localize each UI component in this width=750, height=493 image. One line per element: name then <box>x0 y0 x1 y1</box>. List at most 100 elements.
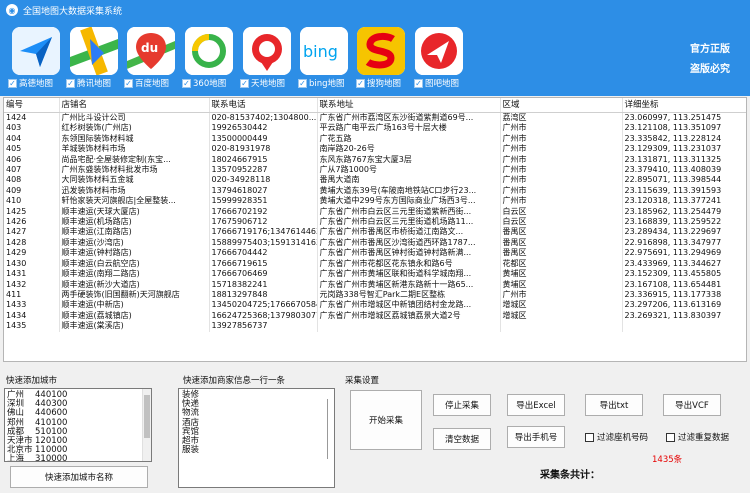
table-cell: 23.129309, 113.231037 <box>622 144 746 155</box>
checkbox-bing-map[interactable]: ✓ bing地图 <box>298 77 345 89</box>
table-row[interactable]: 1428 顺丰速运(沙湾店) 15889975403;15913141633 广东省广… <box>4 237 746 249</box>
table-cell: 广东省广州市增城区中新镇团结村金龙路... <box>317 300 501 311</box>
table-row[interactable]: 1426 顺丰速运(机场路店) 17675906712 广东省广州市白云区三元里街道机… <box>4 217 746 228</box>
table-cell: 410 <box>4 196 60 207</box>
stop-collect-button[interactable]: 停止采集 <box>433 394 491 416</box>
piracy-label: 盗版必究 <box>690 64 730 75</box>
table-cell: 22.895071, 113.398544 <box>622 175 746 186</box>
table-cell: 411 <box>4 289 60 301</box>
table-row[interactable]: 405 羊城装饰材料市场 020-81931978 南岸路20-26号 广州市 23.12… <box>4 144 746 155</box>
table-body: 1424 广州比斗设计公司 020-81537402;1304800... 广东省广州… <box>4 112 746 332</box>
table-cell: 黄埔大道中299号东方国际商业广场西3号... <box>317 196 501 207</box>
table-row[interactable]: 1435 顺丰速运(棠溪店) 13927856737 <box>4 321 746 332</box>
checkbox-baidu-map[interactable]: ✓ 百度地图 <box>124 77 169 89</box>
checkbox-amap[interactable]: ✓ 高德地图 <box>8 77 53 89</box>
table-cell: 顺丰速运(荔城镇店) <box>59 310 210 322</box>
table-cell: 红杉树装饰(广州店) <box>59 123 210 134</box>
table-row[interactable]: 409 迅发装饰材料市场 13794618027 黄埔大道东39号(车陂南地铁站C口步… <box>4 185 746 197</box>
table-cell: 白云区 <box>500 206 623 218</box>
table-cell: 顺丰速运(沙湾店) <box>59 237 210 249</box>
table-row[interactable]: 1425 顺丰速运(天球大厦店) 17666702192 广东省广州市白云区三元里街道… <box>4 206 746 218</box>
column-header[interactable]: 编号 <box>4 98 60 113</box>
tencent-map-icon[interactable] <box>70 27 118 75</box>
table-row[interactable]: 404 东领国际装饰材料城 13500000449 广花五路 广州市 23.335842,… <box>4 133 746 145</box>
table-cell: 顺丰速运(南翔二路店) <box>59 269 210 280</box>
table-cell: 广州市 <box>500 133 623 145</box>
table-row[interactable]: 1431 顺丰速运(南翔二路店) 17666706469 广东省广州市黄埔区联和街道科… <box>4 269 746 280</box>
table-cell: 23.185962, 113.254479 <box>622 206 746 218</box>
table-cell: 广东省广州市黄埔区新港东路新十一路65... <box>317 279 501 290</box>
city-list-textarea[interactable]: 广州 440100 深圳 440300 佛山 440600 郑州 410100 成都 510100… <box>4 388 152 462</box>
table-cell: 羊城装饰材料市场 <box>59 144 210 155</box>
clear-data-button[interactable]: 清空数据 <box>433 428 491 450</box>
merchant-list-textarea[interactable]: 装修 快递 物流 酒店 宾馆 超市 服装 <box>178 388 335 488</box>
table-cell: 18813297848 <box>209 289 318 301</box>
table-row[interactable]: 407 广州东盛装饰材料批发市场 13570952287 广从7路1000号 广州市 23… <box>4 165 746 176</box>
table-row[interactable]: 410 轩怡家装天河旗舰店|全屋整装... 15999928351 黄埔大道中299号… <box>4 196 746 207</box>
tianditu-icon[interactable] <box>243 27 291 75</box>
table-cell: 19926530442 <box>209 123 318 134</box>
table-cell: 广州市 <box>500 123 623 134</box>
column-header[interactable]: 店铺名 <box>59 98 210 113</box>
table-row[interactable]: 1433 顺丰速运(中新店) 13450204725;17666705847 广东省广… <box>4 300 746 311</box>
filter-landline-checkbox[interactable]: 过滤座机号码 <box>585 431 648 443</box>
results-grid[interactable]: 编号 店铺名 联系电话 联系地址 区域 详细坐标 1424 广州比斗设计公司 020-8153… <box>3 97 747 362</box>
table-cell: 广州比斗设计公司 <box>59 112 210 124</box>
start-collect-button[interactable]: 开始采集 <box>350 390 422 450</box>
bing-map-icon[interactable]: bing <box>300 27 348 75</box>
table-row[interactable]: 1430 顺丰速运(白云航空店) 17666719615 广东省广州市花都区花东镇永和… <box>4 258 746 270</box>
column-header[interactable]: 联系电话 <box>209 98 318 113</box>
360-map-icon[interactable] <box>185 27 233 75</box>
table-cell: 13500000449 <box>209 133 318 145</box>
checkbox-mapbar[interactable]: ✓ 图吧地图 <box>414 77 459 89</box>
column-header[interactable]: 联系地址 <box>317 98 501 113</box>
export-vcf-button[interactable]: 导出VCF <box>663 394 721 416</box>
checkbox-check-icon: ✓ <box>240 78 249 88</box>
export-txt-button[interactable]: 导出txt <box>585 394 643 416</box>
table-cell: 15889975403;15913141633 <box>209 237 318 249</box>
window-title: 全国地图大数据采集系统 <box>23 6 123 17</box>
title-bar: ◉ 全国地图大数据采集系统 <box>0 0 750 20</box>
filter-duplicate-checkbox[interactable]: 过滤重复数据 <box>666 431 729 443</box>
checkbox-tianditu[interactable]: ✓ 天地地图 <box>240 77 285 89</box>
add-city-button[interactable]: 快速添加城市名称 <box>10 466 148 488</box>
table-row[interactable]: 1432 顺丰速运(新沙大道店) 15718382241 广东省广州市黄埔区新港东路新… <box>4 279 746 290</box>
column-header[interactable]: 详细坐标 <box>622 98 746 113</box>
export-phone-button[interactable]: 导出手机号 <box>507 426 565 448</box>
table-cell: 22.975691, 113.294969 <box>622 248 746 259</box>
city-line: 深圳 440300 <box>7 399 151 409</box>
checkbox-360-map[interactable]: ✓ 360地图 <box>182 77 226 89</box>
table-cell <box>500 321 623 332</box>
table-cell: 广州市 <box>500 185 623 197</box>
table-row[interactable]: 403 红杉树装饰(广州店) 19926530442 平云路广电平云广场163号十层大… <box>4 123 746 134</box>
checkbox-sogou-map[interactable]: ✓ 搜狗地图 <box>356 77 401 89</box>
baidu-map-icon[interactable]: du <box>127 27 175 75</box>
table-cell: 广东省广州市黄埔区联和街道科学城南翔... <box>317 269 501 280</box>
table-row[interactable]: 411 两手硬装饰(旧国翻新)天河旗舰店 18813297848 元岗路338号智汇P… <box>4 289 746 301</box>
table-row[interactable]: 1424 广州比斗设计公司 020-81537402;1304800... 广东省广州… <box>4 112 746 124</box>
table-row[interactable]: 406 尚品宅配·全屋装修定制(东宝... 18024667915 东风东路767东宝… <box>4 154 746 166</box>
table-cell: 轩怡家装天河旗舰店|全屋整装... <box>59 196 210 207</box>
table-row[interactable]: 408 大同装饰材料五金城 020-34928118 番禺大道南 广州市 22.89507… <box>4 175 746 186</box>
sogou-map-icon[interactable] <box>357 27 405 75</box>
mapbar-icon[interactable] <box>415 27 463 75</box>
table-cell: 23.269321, 113.830397 <box>622 310 746 322</box>
city-list-scrollbar[interactable] <box>142 389 151 461</box>
table-row[interactable]: 1429 顺丰速运(钟村路店) 17666704442 广东省广州市番禺区钟村街道钟村… <box>4 248 746 259</box>
checkbox-tencent-map[interactable]: ✓ 腾讯地图 <box>66 77 111 89</box>
column-header[interactable]: 区域 <box>500 98 623 113</box>
table-row[interactable]: 1434 顺丰速运(荔城镇店) 16624725368;13798030773 广东省… <box>4 310 746 322</box>
svg-text:bing: bing <box>303 42 338 61</box>
table-cell: 13927856737 <box>209 321 318 332</box>
export-excel-button[interactable]: 导出Excel <box>507 394 565 416</box>
table-cell: 花都区 <box>500 258 623 270</box>
table-cell: 广州市 <box>500 165 623 176</box>
table-cell: 23.433969, 113.344627 <box>622 258 746 270</box>
city-line: 佛山 440600 <box>7 409 151 418</box>
city-line: 广州 440100 <box>7 390 151 400</box>
svg-text:du: du <box>141 41 158 55</box>
table-row[interactable]: 1427 顺丰速运(江南路店) 17666719176;13476144636 广东省… <box>4 227 746 238</box>
table-cell: 广东省广州市番禺区钟村街道钟村路新满... <box>317 248 501 259</box>
table-cell: 广东省广州市白云区三元里街道机场路11... <box>317 217 501 228</box>
amap-icon[interactable] <box>12 27 60 75</box>
